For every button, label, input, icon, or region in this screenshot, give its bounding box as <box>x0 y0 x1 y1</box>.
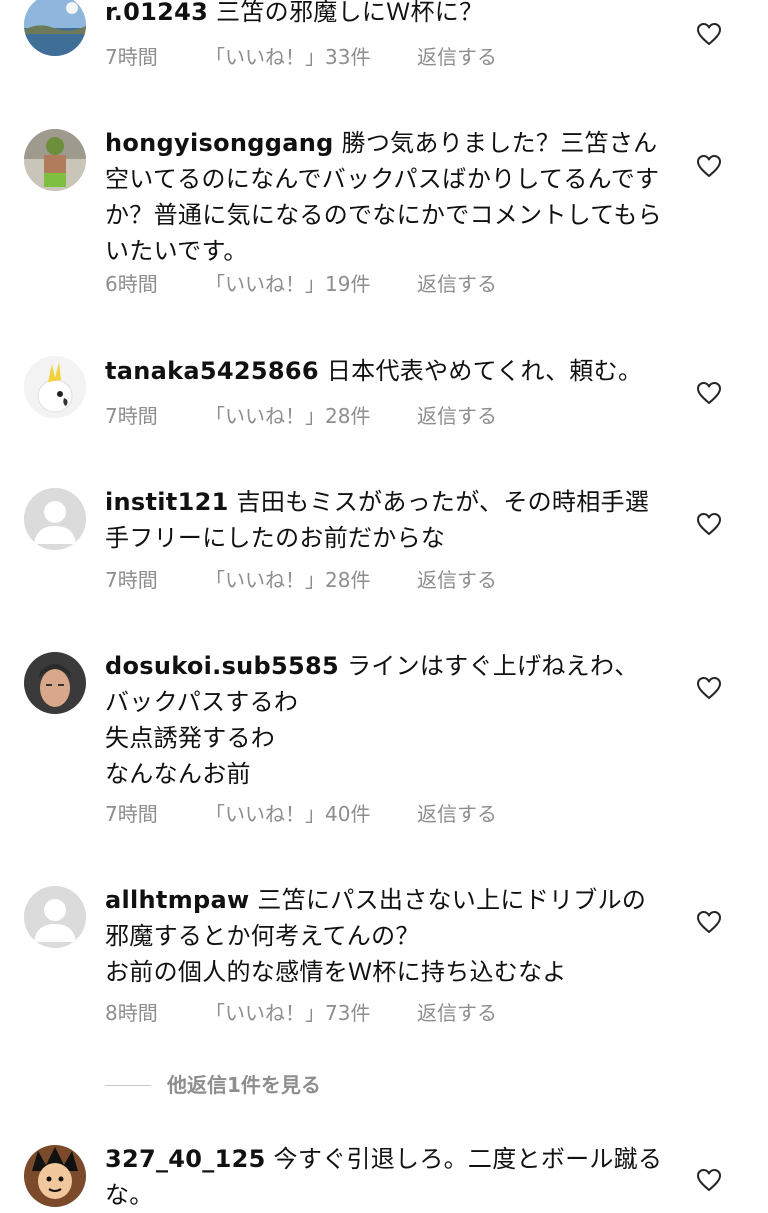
heart-icon[interactable] <box>696 1168 722 1192</box>
avatar[interactable] <box>24 488 86 550</box>
comment-username[interactable]: instit121 <box>105 488 229 516</box>
comment-likes[interactable]: 「いいね！」73件 <box>205 998 370 1028</box>
reply-button[interactable]: 返信する <box>417 401 497 431</box>
comment-text: tanaka5425866 日本代表やめてくれ、頼む。 <box>105 353 665 389</box>
avatar[interactable] <box>24 886 86 948</box>
comment-text: allhtmpaw 三笘にパス出さない上にドリブルの邪魔するとか何考えてんの？ … <box>105 882 665 990</box>
comment-text: instit121 吉田もミスがあったが、その時相手選手フリーにしたのお前だから… <box>105 484 665 556</box>
avatar[interactable] <box>24 652 86 714</box>
comment-username[interactable]: allhtmpaw <box>105 886 249 914</box>
reply-button[interactable]: 返信する <box>417 998 497 1028</box>
comment-meta: 6時間 「いいね！」19件 返信する <box>105 269 625 299</box>
comment-time: 7時間 <box>105 568 158 592</box>
comment-likes[interactable]: 「いいね！」19件 <box>205 269 370 299</box>
reply-button[interactable]: 返信する <box>417 42 497 72</box>
comment-username[interactable]: 327_40_125 <box>105 1145 266 1173</box>
avatar[interactable] <box>24 129 86 191</box>
avatar[interactable] <box>24 1145 86 1207</box>
heart-icon[interactable] <box>696 512 722 536</box>
reply-button[interactable]: 返信する <box>417 269 497 299</box>
comment-text: r.01243 三笘の邪魔しにＷ杯に？ <box>105 0 665 30</box>
comment-username[interactable]: dosukoi.sub5585 <box>105 652 339 680</box>
heart-icon[interactable] <box>696 381 722 405</box>
comment-meta: 7時間 「いいね！」40件 返信する <box>105 799 625 829</box>
comment-meta: 7時間 「いいね！」28件 返信する <box>105 401 625 431</box>
comment-username[interactable]: hongyisonggang <box>105 129 334 157</box>
reply-button[interactable]: 返信する <box>417 565 497 595</box>
comment-text: hongyisonggang 勝つ気ありました？三笘さん空いてるのになんでバック… <box>105 125 665 269</box>
comment-likes[interactable]: 「いいね！」28件 <box>205 401 370 431</box>
comment-username[interactable]: tanaka5425866 <box>105 357 319 385</box>
view-replies-divider <box>105 1085 151 1086</box>
heart-icon[interactable] <box>696 154 722 178</box>
avatar[interactable] <box>24 0 86 56</box>
comment-time: 7時間 <box>105 802 158 826</box>
comment-username[interactable]: r.01243 <box>105 0 208 26</box>
comment-likes[interactable]: 「いいね！」28件 <box>205 565 370 595</box>
comment-time: 8時間 <box>105 1001 158 1025</box>
heart-icon[interactable] <box>696 676 722 700</box>
view-replies-label[interactable]: 他返信1件を見る <box>167 1070 321 1100</box>
comment-likes[interactable]: 「いいね！」40件 <box>205 799 370 829</box>
comment-meta: 7時間 「いいね！」33件 返信する <box>105 42 625 72</box>
comment-text: dosukoi.sub5585 ラインはすぐ上げねえわ、 バックパスするわ 失点… <box>105 648 665 792</box>
comment-body: 日本代表やめてくれ、頼む。 <box>326 357 643 385</box>
comment-likes[interactable]: 「いいね！」33件 <box>205 42 370 72</box>
comment-text: 327_40_125 今すぐ引退しろ。二度とボール蹴るな。 <box>105 1141 665 1213</box>
comment-time: 6時間 <box>105 272 158 296</box>
comment-body: 三笘の邪魔しにＷ杯に？ <box>216 0 484 26</box>
avatar[interactable] <box>24 356 86 418</box>
comment-time: 7時間 <box>105 45 158 69</box>
comment-meta: 8時間 「いいね！」73件 返信する <box>105 998 625 1028</box>
heart-icon[interactable] <box>696 910 722 934</box>
comment-time: 7時間 <box>105 404 158 428</box>
comment-meta: 7時間 「いいね！」28件 返信する <box>105 565 625 595</box>
reply-button[interactable]: 返信する <box>417 799 497 829</box>
heart-icon[interactable] <box>696 22 722 46</box>
